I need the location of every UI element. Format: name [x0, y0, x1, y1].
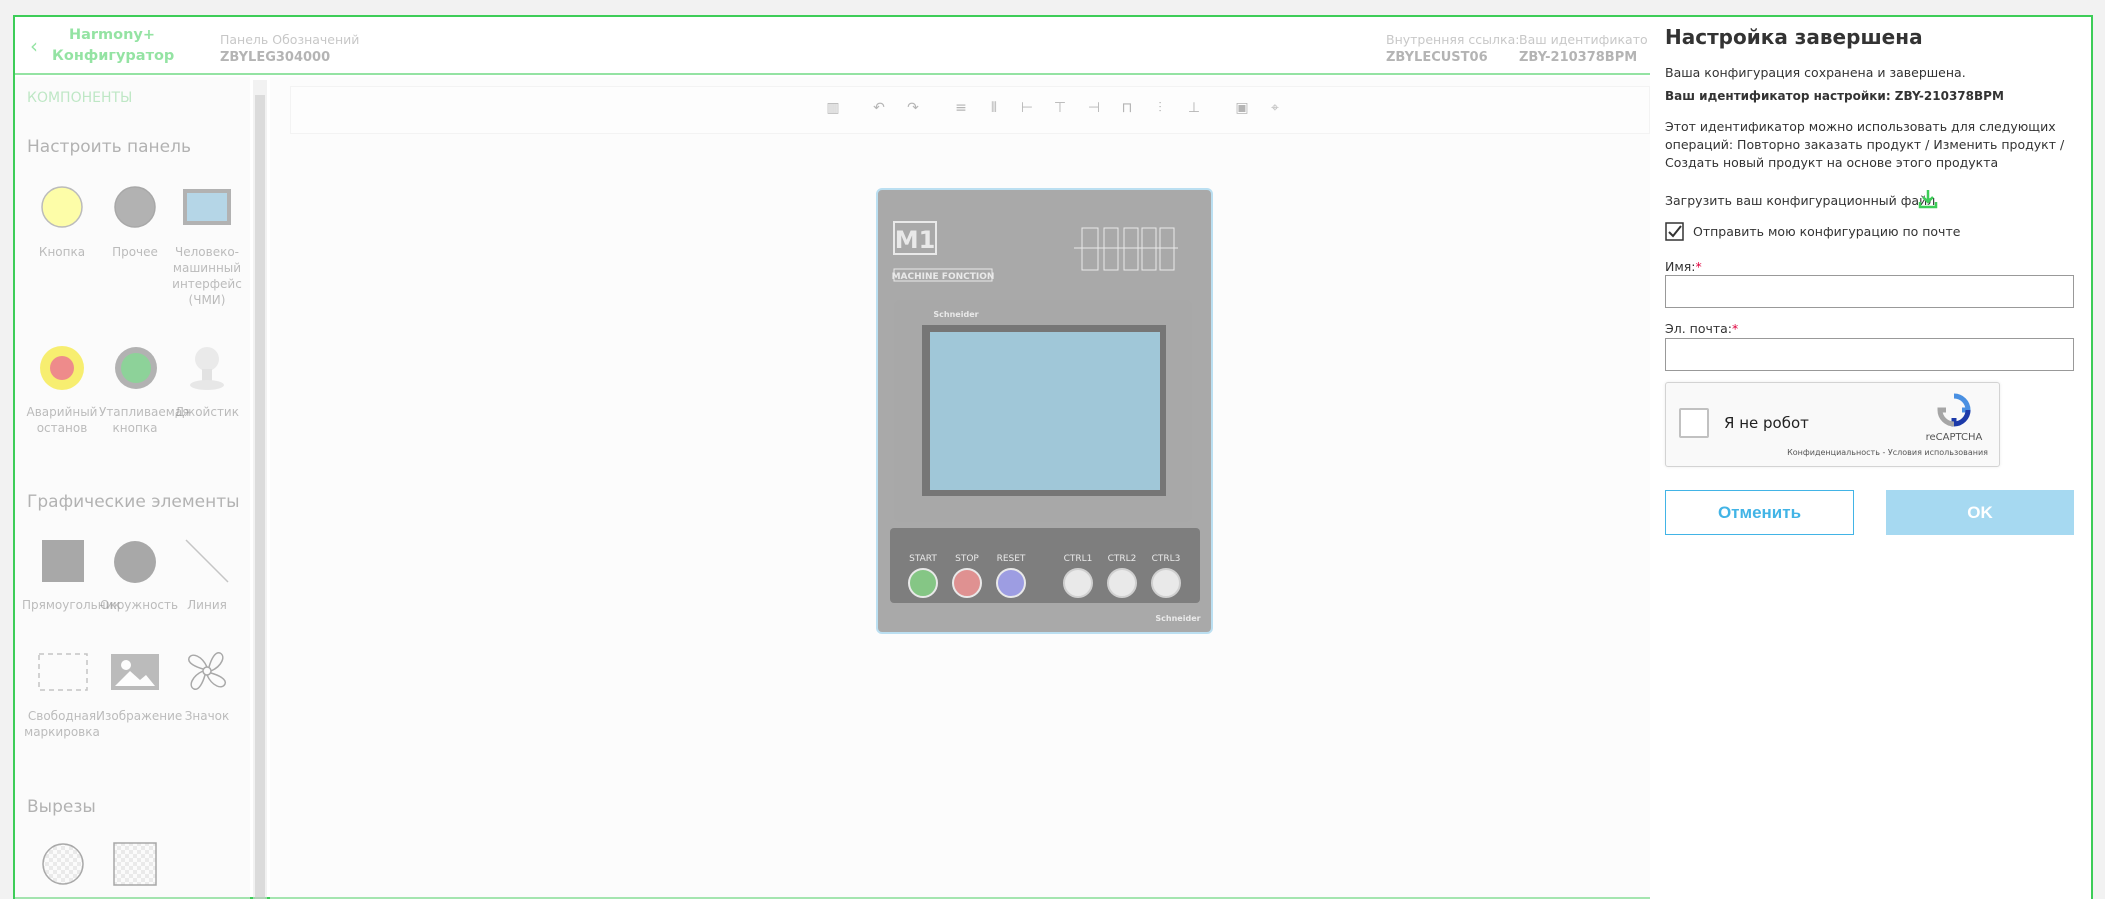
recaptcha-logo-icon — [1937, 393, 1971, 427]
trash-icon[interactable]: ▥ — [824, 100, 842, 118]
align-middle-icon[interactable]: ⫶ — [1151, 100, 1169, 118]
device-btn-stop: STOP — [955, 554, 979, 564]
section-cutouts: Вырезы — [27, 797, 96, 817]
name-input[interactable] — [1665, 275, 2074, 308]
recaptcha-brand: reCAPTCHA — [1925, 432, 1983, 443]
hmi-item-icon[interactable] — [182, 188, 232, 226]
email-checkbox[interactable] — [1665, 222, 1685, 242]
item-hmi-label: Человеко-машинный интерфейс (ЧМИ) — [172, 245, 242, 307]
email-label-text: Эл. почта: — [1665, 321, 1733, 336]
email-checkbox-label: Отправить мою конфигурацию по почте — [1693, 224, 1961, 239]
redo-icon[interactable]: ↷ — [904, 100, 922, 118]
ok-button[interactable]: OK — [1886, 490, 2074, 535]
item-joystick-label: Джойстик — [175, 405, 239, 419]
undo-icon[interactable]: ↶ — [870, 100, 888, 118]
recaptcha-checkbox[interactable] — [1679, 408, 1709, 438]
item-icon-label: Значок — [184, 709, 230, 723]
other-item-icon[interactable] — [113, 185, 157, 229]
align-left-icon[interactable]: ⊢ — [1018, 100, 1036, 118]
device-btn-ctrl3: CTRL3 — [1152, 554, 1181, 564]
brand-logo[interactable]: Harmony+ Конфигуратор — [52, 25, 175, 67]
rectangle-item-icon[interactable] — [42, 540, 84, 582]
id-label: Ваш идентификатор — [1519, 32, 1647, 47]
config-id-line: Ваш идентификатор настройки: ZBY-210378B… — [1665, 89, 2004, 103]
distribute-horizontal-icon[interactable]: ⦀ — [985, 100, 1003, 118]
line-item-icon[interactable] — [184, 538, 230, 584]
panel-value: ZBYLEG304000 — [220, 50, 331, 65]
recaptcha-label: Я не робот — [1724, 414, 1809, 432]
item-button-label: Кнопка — [38, 245, 86, 259]
item-estop-label: Аварийный останов — [26, 405, 98, 435]
item-flush-label: Утапливаемая кнопка — [99, 405, 190, 435]
device-btn-ctrl1: CTRL1 — [1064, 554, 1093, 564]
fan-icon[interactable] — [184, 648, 230, 694]
app-root: ‹ Harmony+ Конфигуратор Панель Обозначен… — [0, 0, 2105, 899]
item-circle-label: Окружность — [100, 598, 179, 612]
bring-front-icon[interactable]: ▣ — [1233, 100, 1251, 118]
square-cutout-icon[interactable] — [113, 842, 157, 886]
align-top-icon[interactable]: ⊓ — [1118, 100, 1136, 118]
circle-item-icon[interactable] — [113, 540, 157, 584]
item-other-label: Прочее — [112, 245, 158, 259]
download-icon[interactable] — [1917, 188, 1939, 210]
name-label-text: Имя: — [1665, 259, 1696, 274]
dialog-title: Настройка завершена — [1665, 25, 1923, 49]
recaptcha-links[interactable]: Конфиденциальность - Условия использован… — [1780, 448, 1988, 457]
back-chevron-icon[interactable]: ‹ — [30, 34, 42, 58]
brand-line2: Конфигуратор — [52, 48, 175, 64]
free-marking-item-icon[interactable] — [38, 653, 88, 691]
align-center-icon[interactable]: ⊤ — [1051, 100, 1069, 118]
panel-artwork: M1 MACHINE FONCTION Schneider START STOP… — [890, 221, 1201, 623]
section-graphics: Графические элементы — [27, 492, 240, 512]
device-btn-ctrl2: CTRL2 — [1108, 554, 1137, 564]
align-bottom-icon[interactable]: ⊥ — [1185, 100, 1203, 118]
round-cutout-icon[interactable] — [41, 842, 85, 886]
joystick-item-icon[interactable] — [188, 345, 226, 391]
distribute-vertical-icon[interactable]: ≡ — [952, 100, 970, 118]
usage-message: Этот идентификатор можно использовать дл… — [1665, 119, 2065, 170]
panel-label: Панель Обозначений — [220, 32, 360, 47]
ref-label: Внутренняя ссылка: — [1386, 32, 1520, 47]
align-right-icon[interactable]: ⊣ — [1085, 100, 1103, 118]
item-line-label: Линия — [187, 598, 227, 612]
cancel-button[interactable]: Отменить — [1665, 490, 1854, 535]
estop-item-icon[interactable] — [39, 345, 85, 391]
email-label: Эл. почта:* — [1665, 320, 1738, 338]
device-brand-bottom: Schneider — [1155, 614, 1200, 623]
editor-toolbar — [290, 86, 1650, 134]
device-btn-reset: RESET — [997, 554, 1026, 564]
id-value: ZBY-210378BPM — [1519, 50, 1638, 65]
ref-value: ZBYLECUST06 — [1386, 50, 1488, 65]
device-btn-start: START — [909, 554, 937, 564]
saved-message: Ваша конфигурация сохранена и завершена. — [1665, 65, 1966, 80]
button-item-icon[interactable] — [40, 185, 84, 229]
sidebar-scroll-thumb[interactable] — [255, 95, 265, 899]
brand-line1: Harmony+ — [68, 27, 156, 43]
email-required-mark: * — [1732, 321, 1739, 336]
email-input[interactable] — [1665, 338, 2074, 371]
device-subtitle: MACHINE FONCTION — [892, 272, 995, 282]
components-title: КОМПОНЕНТЫ — [27, 90, 133, 106]
device-brand-top: Schneider — [933, 310, 978, 319]
device-logo: M1 — [895, 226, 936, 254]
item-image-label: Изображение — [96, 709, 183, 723]
name-label: Имя:* — [1665, 258, 1702, 276]
select-tool-icon[interactable]: ⌖ — [1266, 100, 1284, 118]
flush-button-item-icon[interactable] — [113, 345, 159, 391]
name-required-mark: * — [1695, 259, 1702, 274]
item-rect-label: Прямоугольник — [22, 598, 121, 612]
download-link[interactable]: Загрузить ваш конфигурационный файл — [1665, 192, 1935, 210]
item-free-label: Свободная маркировка — [24, 709, 100, 739]
image-item-icon[interactable] — [110, 653, 160, 691]
section-customize: Настроить панель — [27, 137, 192, 157]
